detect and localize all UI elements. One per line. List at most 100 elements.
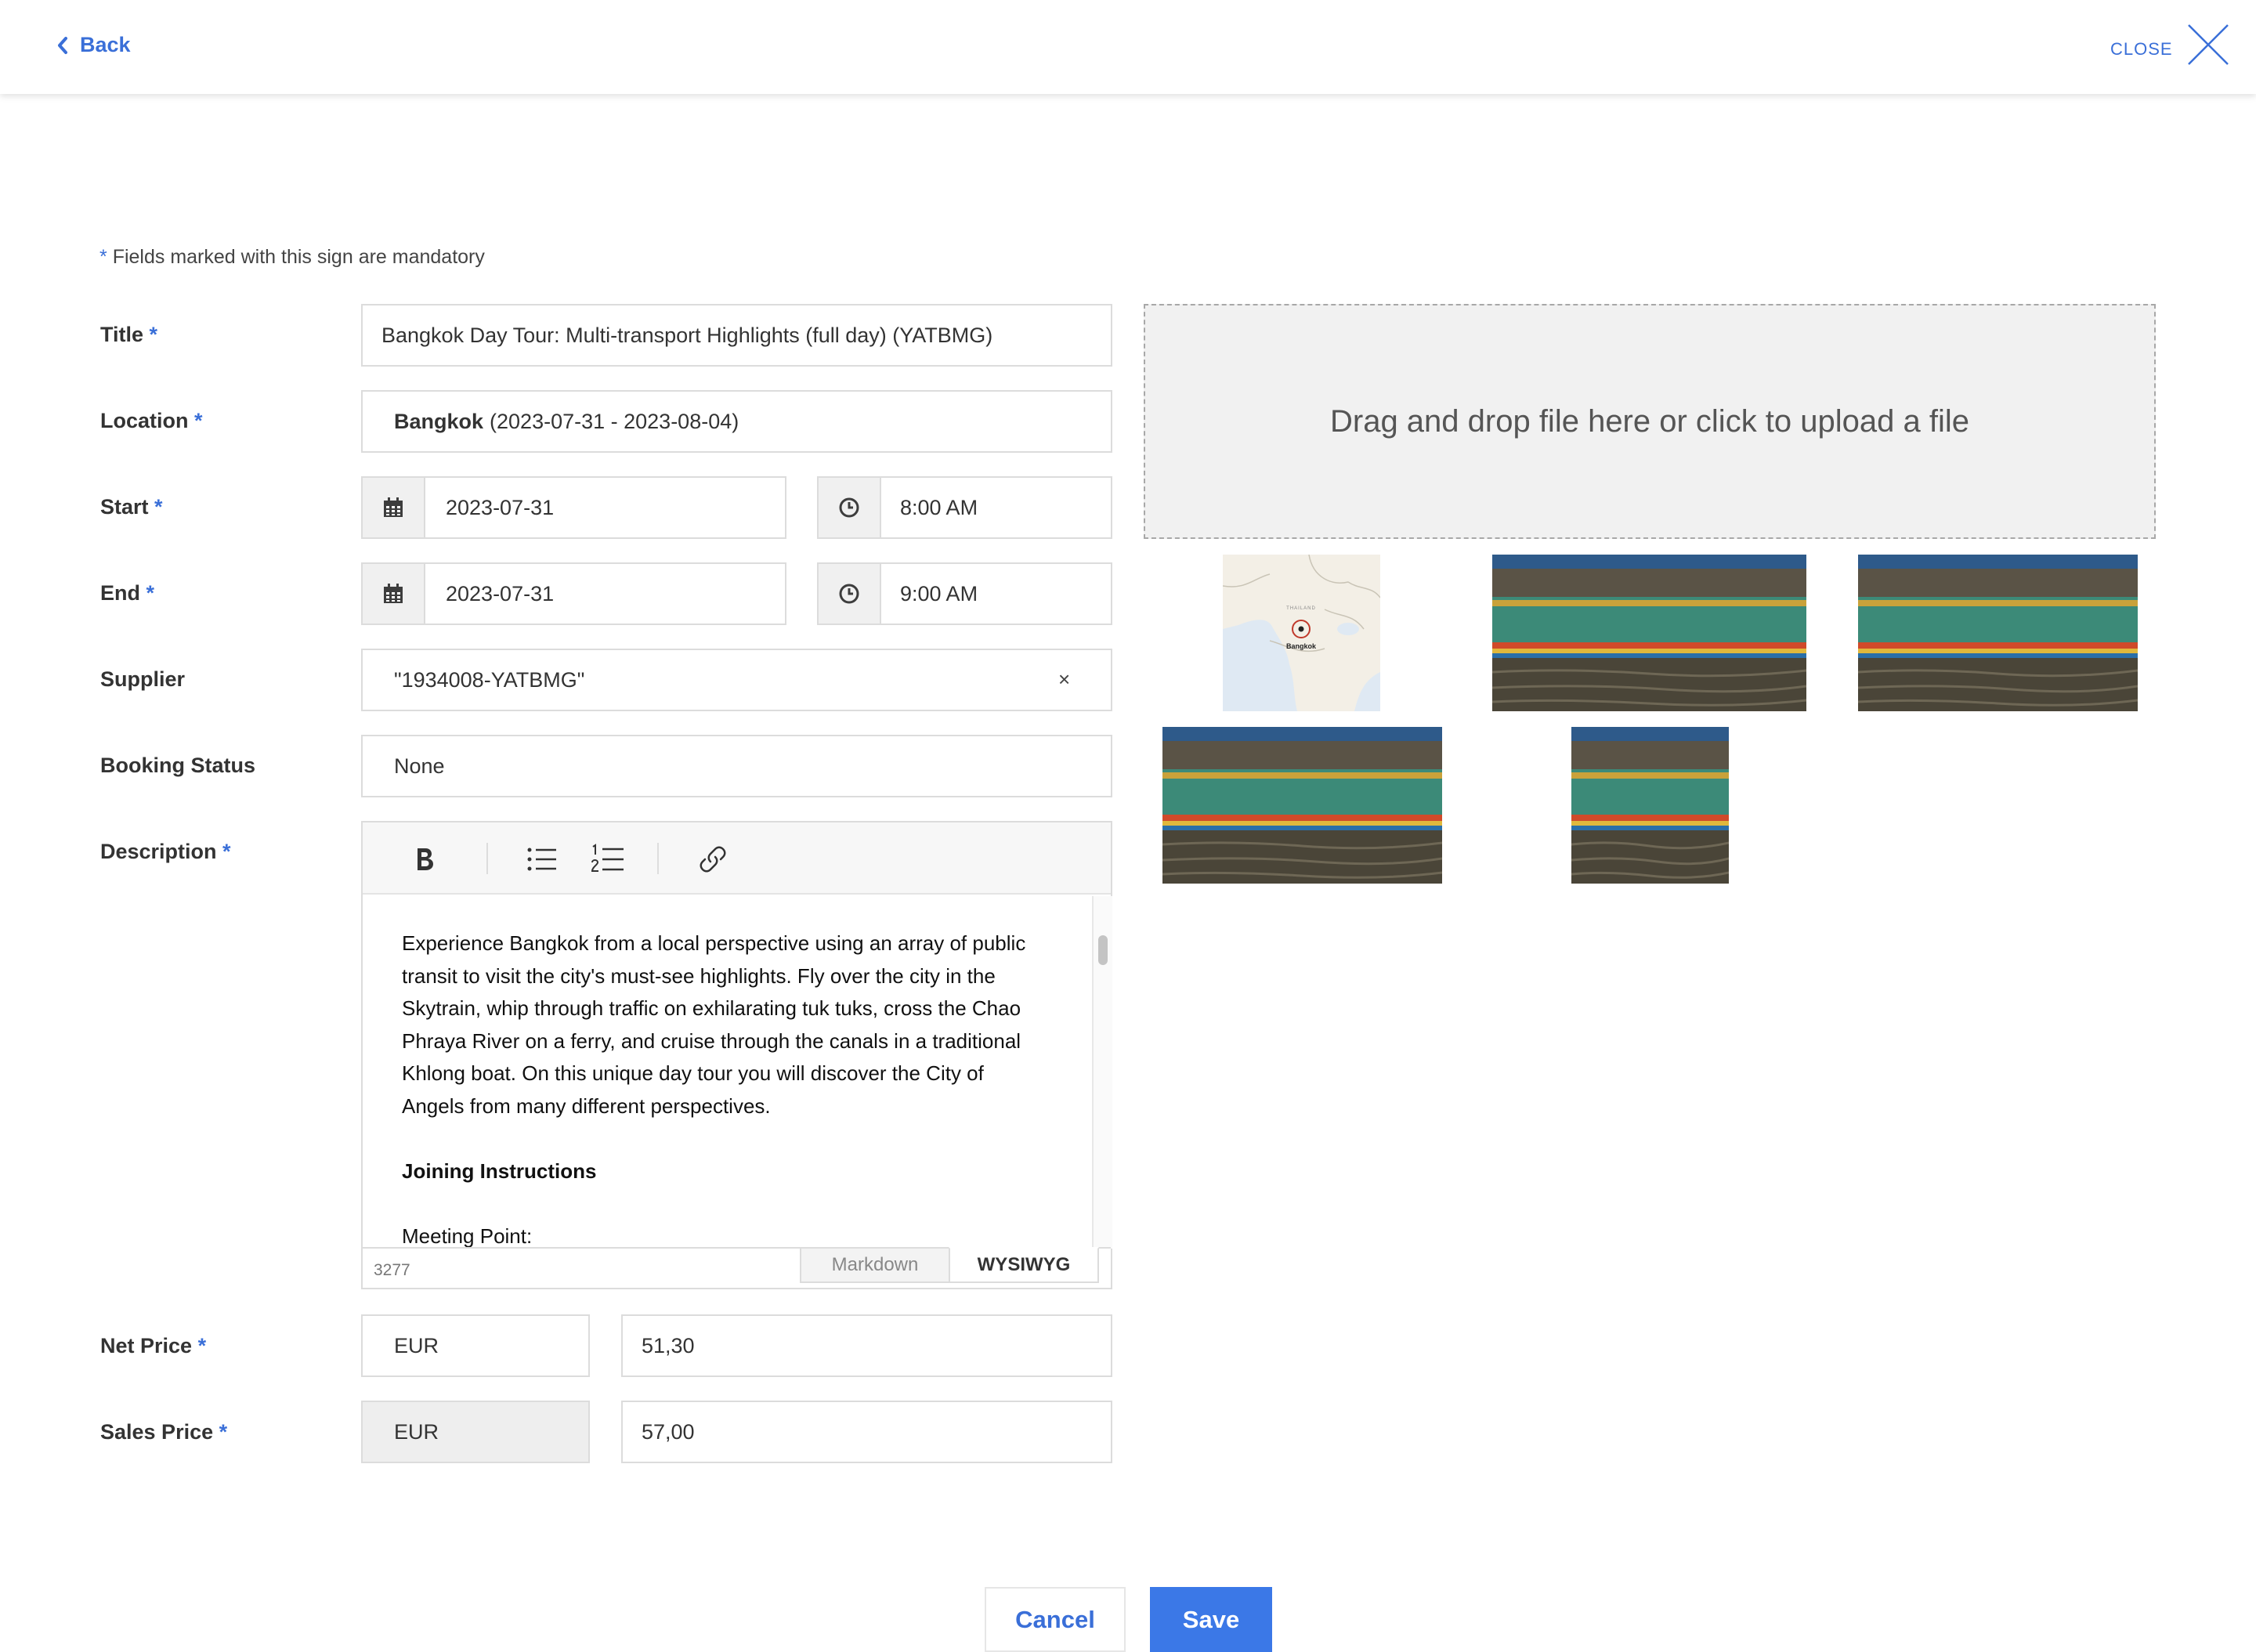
boat-photo-thumbnail[interactable] (1162, 727, 1442, 884)
location-label-text: Location (100, 409, 189, 432)
supplier-select[interactable]: "1934008-YATBMG" × (361, 649, 1112, 711)
calendar-icon (384, 584, 403, 603)
description-paragraph: Experience Bangkok from a local perspect… (402, 931, 1026, 1118)
file-dropzone[interactable]: Drag and drop file here or click to uplo… (1144, 304, 2156, 539)
scrollbar-thumb[interactable] (1098, 935, 1108, 965)
end-date-input[interactable]: 2023-07-31 (361, 562, 786, 625)
sales-price-value: 57,00 (642, 1419, 695, 1444)
map-thumbnail[interactable]: THAILAND Bangkok (1223, 555, 1380, 711)
cancel-button[interactable]: Cancel (985, 1587, 1126, 1652)
clock-icon (839, 497, 859, 518)
start-time-value: 8:00 AM (900, 495, 978, 519)
net-price-label: Net Price * (100, 1334, 206, 1358)
required-star: * (219, 1420, 228, 1444)
boat-photo (1571, 727, 1729, 884)
numbered-list-icon (591, 844, 624, 872)
required-star: * (222, 840, 231, 863)
sales-price-label-text: Sales Price (100, 1420, 214, 1444)
clock-icon-addon (819, 564, 881, 624)
title-value: Bangkok Day Tour: Multi-transport Highli… (381, 323, 993, 347)
net-price-currency-select[interactable]: EUR (361, 1314, 590, 1377)
clear-icon[interactable]: × (1058, 667, 1070, 692)
mandatory-note-text: Fields marked with this sign are mandato… (112, 246, 485, 268)
net-price-label-text: Net Price (100, 1334, 193, 1357)
required-star: * (197, 1334, 207, 1357)
link-icon (700, 846, 726, 873)
boat-photo-thumbnail[interactable] (1492, 555, 1806, 711)
start-time-input[interactable]: 8:00 AM (817, 476, 1112, 539)
calendar-icon-addon (363, 478, 425, 537)
top-bar: Back CLOSE (0, 0, 2256, 94)
editor-content[interactable]: Experience Bangkok from a local perspect… (363, 896, 1089, 1247)
end-label: End * (100, 581, 154, 605)
mandatory-note: * Fields marked with this sign are manda… (99, 246, 485, 269)
toolbar-divider (657, 843, 659, 874)
sales-price-currency-select: EUR (361, 1401, 590, 1463)
char-count: 3277 (374, 1261, 410, 1279)
sales-price-label: Sales Price * (100, 1420, 227, 1444)
editor-toolbar (363, 822, 1111, 895)
map-country-label: THAILAND (1286, 606, 1316, 611)
close-label[interactable]: CLOSE (2110, 39, 2173, 60)
location-dates: (2023-07-31 - 2023-08-04) (490, 409, 739, 433)
numbered-list-button[interactable] (590, 841, 626, 877)
required-star: * (194, 409, 203, 432)
map-city-label: Bangkok (1286, 642, 1317, 650)
close-icon[interactable] (2186, 22, 2231, 67)
sales-price-input[interactable]: 57,00 (621, 1401, 1112, 1463)
booking-status-select[interactable]: None (361, 735, 1112, 797)
location-name: Bangkok (394, 409, 484, 433)
description-label: Description * (100, 840, 231, 864)
editor-scrollbar[interactable] (1092, 896, 1112, 1249)
boat-photo (1492, 555, 1806, 711)
start-date-input[interactable]: 2023-07-31 (361, 476, 786, 539)
location-select[interactable]: Bangkok (2023-07-31 - 2023-08-04) (361, 390, 1112, 453)
tab-wysiwyg[interactable]: WYSIWYG (949, 1247, 1099, 1283)
title-label: Title * (100, 323, 157, 347)
required-star: * (149, 323, 158, 346)
title-input[interactable]: Bangkok Day Tour: Multi-transport Highli… (361, 304, 1112, 367)
bold-button[interactable] (407, 841, 443, 877)
tab-markdown[interactable]: Markdown (800, 1247, 950, 1283)
calendar-icon-addon (363, 564, 425, 624)
required-star: * (154, 495, 163, 519)
end-label-text: End (100, 581, 140, 605)
required-star: * (146, 581, 155, 605)
bullet-list-button[interactable] (524, 841, 560, 877)
supplier-label: Supplier (100, 667, 185, 692)
start-date-value: 2023-07-31 (446, 495, 555, 519)
net-price-input[interactable]: 51,30 (621, 1314, 1112, 1377)
back-label: Back (80, 33, 131, 56)
boat-photo-thumbnail[interactable] (1858, 555, 2138, 711)
dropzone-text: Drag and drop file here or click to uplo… (1329, 403, 1969, 439)
description-heading: Joining Instructions (402, 1159, 597, 1183)
required-star: * (99, 246, 107, 268)
start-label-text: Start (100, 495, 149, 519)
editor-footer: 3277 Markdown WYSIWYG (363, 1247, 1111, 1288)
save-button[interactable]: Save (1150, 1587, 1272, 1652)
boat-photo (1162, 727, 1442, 884)
start-label: Start * (100, 495, 163, 519)
boat-photo-thumbnail[interactable] (1571, 727, 1729, 884)
toolbar-divider (486, 843, 488, 874)
bullet-list-icon (527, 848, 556, 871)
end-time-value: 9:00 AM (900, 581, 978, 605)
map-image: THAILAND Bangkok (1223, 555, 1380, 711)
description-label-text: Description (100, 840, 217, 863)
chevron-left-icon (58, 36, 67, 54)
clock-icon (839, 584, 859, 604)
end-time-input[interactable]: 9:00 AM (817, 562, 1112, 625)
description-paragraph: Meeting Point: (402, 1224, 533, 1248)
booking-status-value: None (394, 754, 445, 778)
sales-price-currency: EUR (394, 1419, 439, 1444)
link-button[interactable] (695, 841, 731, 877)
clock-icon-addon (819, 478, 881, 537)
description-editor: Experience Bangkok from a local perspect… (361, 821, 1112, 1289)
boat-photo (1858, 555, 2138, 711)
bold-icon (418, 848, 433, 870)
back-button[interactable]: Back (56, 33, 131, 57)
booking-status-label: Booking Status (100, 754, 255, 778)
calendar-icon (384, 497, 403, 517)
booking-status-label-text: Booking Status (100, 754, 256, 777)
location-label: Location * (100, 409, 203, 433)
